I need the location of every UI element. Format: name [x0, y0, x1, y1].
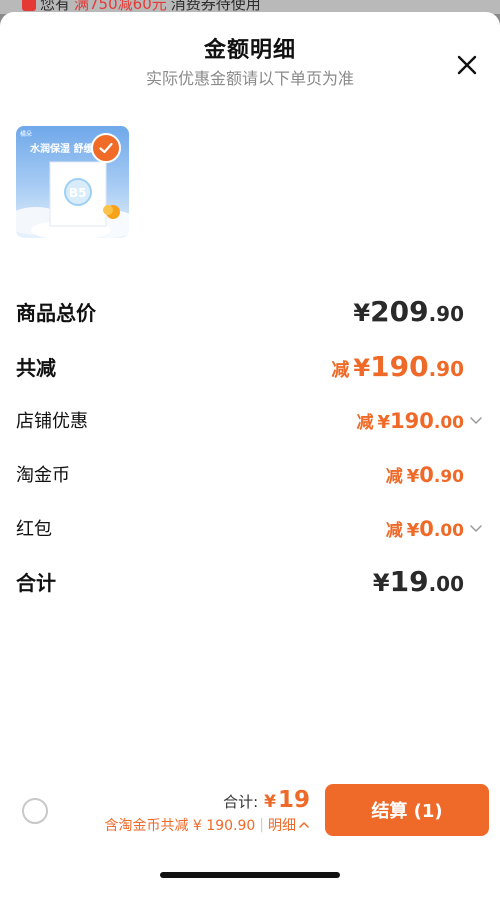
- amount-integer: 209: [370, 294, 429, 328]
- footer-total-currency: ¥: [264, 792, 276, 812]
- check-icon: [99, 142, 113, 154]
- saving-text: 含淘金币共减 ¥ 190.90: [104, 818, 256, 834]
- amount-integer: 0: [419, 462, 434, 487]
- detail-label: 明细: [268, 818, 296, 834]
- select-all-checkbox[interactable]: [22, 798, 48, 824]
- row-shop-discount[interactable]: 店铺优惠 减 ¥ 190 .00: [16, 405, 484, 435]
- home-indicator: [160, 872, 340, 878]
- row-taojin-coin: 淘金币 减 ¥ 0 .90: [16, 459, 484, 489]
- amount-decimal: .90: [433, 466, 464, 487]
- currency-symbol: ¥: [372, 568, 390, 597]
- amount-decimal: .90: [428, 301, 464, 326]
- chevron-up-icon: [298, 819, 310, 831]
- discount-prefix: 减: [385, 520, 403, 541]
- coupon-tag-icon: [22, 0, 36, 11]
- saving-separator: |: [259, 817, 264, 833]
- row-red-packet[interactable]: 红包 减 ¥ 0 .00: [16, 513, 484, 543]
- footer-total: 合计: ¥ 19: [223, 787, 310, 813]
- taojin-coin-label: 淘金币: [16, 465, 70, 486]
- amount-integer: 190: [370, 349, 429, 383]
- footer-total-label: 合计:: [223, 793, 259, 811]
- amount-decimal: .90: [428, 356, 464, 381]
- currency-symbol: ¥: [406, 465, 420, 487]
- amount-integer: 0: [419, 516, 434, 541]
- currency-symbol: ¥: [377, 411, 391, 433]
- currency-symbol: ¥: [353, 298, 371, 327]
- discount-prefix: 减: [385, 466, 403, 487]
- image-brand-text: 橘朵: [20, 130, 32, 138]
- amount-decimal: .00: [428, 571, 464, 596]
- sheet-subtitle: 实际优惠金额请以下单页为准: [145, 69, 354, 88]
- row-goods-total: 商品总价 ¥ 209 .90: [16, 295, 484, 328]
- currency-symbol: ¥: [406, 519, 420, 541]
- red-packet-label: 红包: [16, 519, 52, 540]
- chevron-down-icon[interactable]: [468, 412, 484, 428]
- chevron-down-icon[interactable]: [468, 520, 484, 536]
- close-icon: [457, 55, 477, 75]
- checkout-button[interactable]: 结算 (1): [325, 784, 489, 836]
- currency-symbol: ¥: [353, 353, 371, 382]
- shop-discount-label: 店铺优惠: [16, 411, 88, 432]
- detail-toggle[interactable]: 明细: [268, 815, 310, 835]
- shop-discount-amount: 减 ¥ 190 .00: [357, 408, 465, 433]
- footer-total-value: 19: [277, 787, 310, 813]
- amount-decimal: .00: [433, 412, 464, 433]
- red-packet-amount: 减 ¥ 0 .00: [386, 516, 464, 541]
- image-headline-text: 水润保湿 舒缓: [29, 142, 94, 155]
- amount-integer: 190: [390, 408, 434, 433]
- discount-prefix: 减: [331, 359, 350, 381]
- close-button[interactable]: [452, 50, 482, 80]
- selected-check-badge[interactable]: [91, 133, 121, 163]
- total-discount-amount: 减 ¥ 190 .90: [331, 350, 464, 383]
- goods-total-amount: ¥ 209 .90: [353, 295, 464, 328]
- footer-saving-summary: 含淘金币共减 ¥ 190.90 | 明细: [104, 815, 310, 835]
- image-badge-text: B5: [69, 186, 87, 200]
- sheet-title: 金额明细: [203, 38, 296, 63]
- taojin-coin-amount: 减 ¥ 0 .90: [386, 462, 464, 487]
- discount-prefix: 减: [356, 412, 374, 433]
- amount-decimal: .00: [433, 520, 464, 541]
- sum-amount: ¥ 19 .00: [373, 565, 464, 598]
- goods-total-label: 商品总价: [16, 300, 96, 325]
- amount-integer: 19: [389, 564, 429, 598]
- row-sum: 合计 ¥ 19 .00: [16, 565, 484, 598]
- sum-label: 合计: [16, 570, 56, 595]
- row-total-discount: 共减 减 ¥ 190 .90: [16, 350, 484, 383]
- total-discount-label: 共减: [16, 355, 56, 380]
